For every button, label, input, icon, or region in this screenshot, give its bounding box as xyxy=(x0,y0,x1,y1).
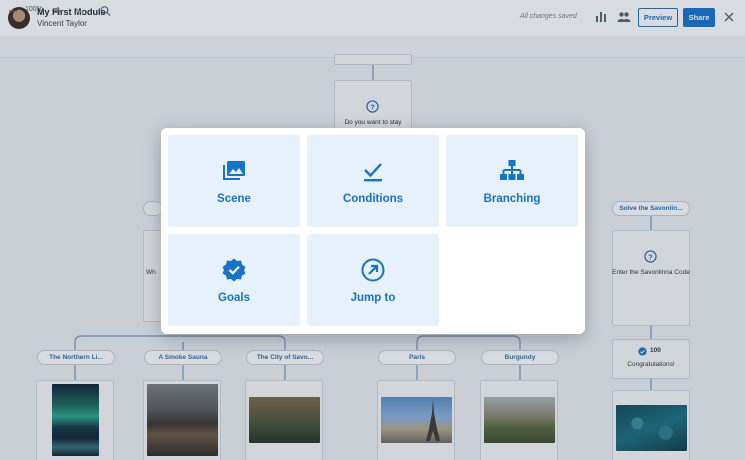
option-label: Jump to xyxy=(350,291,396,304)
option-label: Goals xyxy=(218,291,250,304)
jump-arrow-icon xyxy=(361,258,385,281)
add-node-modal: Scene Conditions Branching Goals Jump to xyxy=(161,128,585,334)
option-branching[interactable]: Branching xyxy=(446,135,578,227)
checkmark-icon xyxy=(364,162,382,181)
goal-badge-icon xyxy=(222,258,246,281)
scene-icon xyxy=(223,160,245,180)
option-jump-to[interactable]: Jump to xyxy=(307,234,439,326)
option-label: Scene xyxy=(217,192,251,205)
option-scene[interactable]: Scene xyxy=(168,135,300,227)
option-label: Conditions xyxy=(342,192,404,205)
option-conditions[interactable]: Conditions xyxy=(307,135,439,227)
option-label: Branching xyxy=(483,192,541,205)
branching-icon xyxy=(500,159,524,180)
option-goals[interactable]: Goals xyxy=(168,234,300,326)
